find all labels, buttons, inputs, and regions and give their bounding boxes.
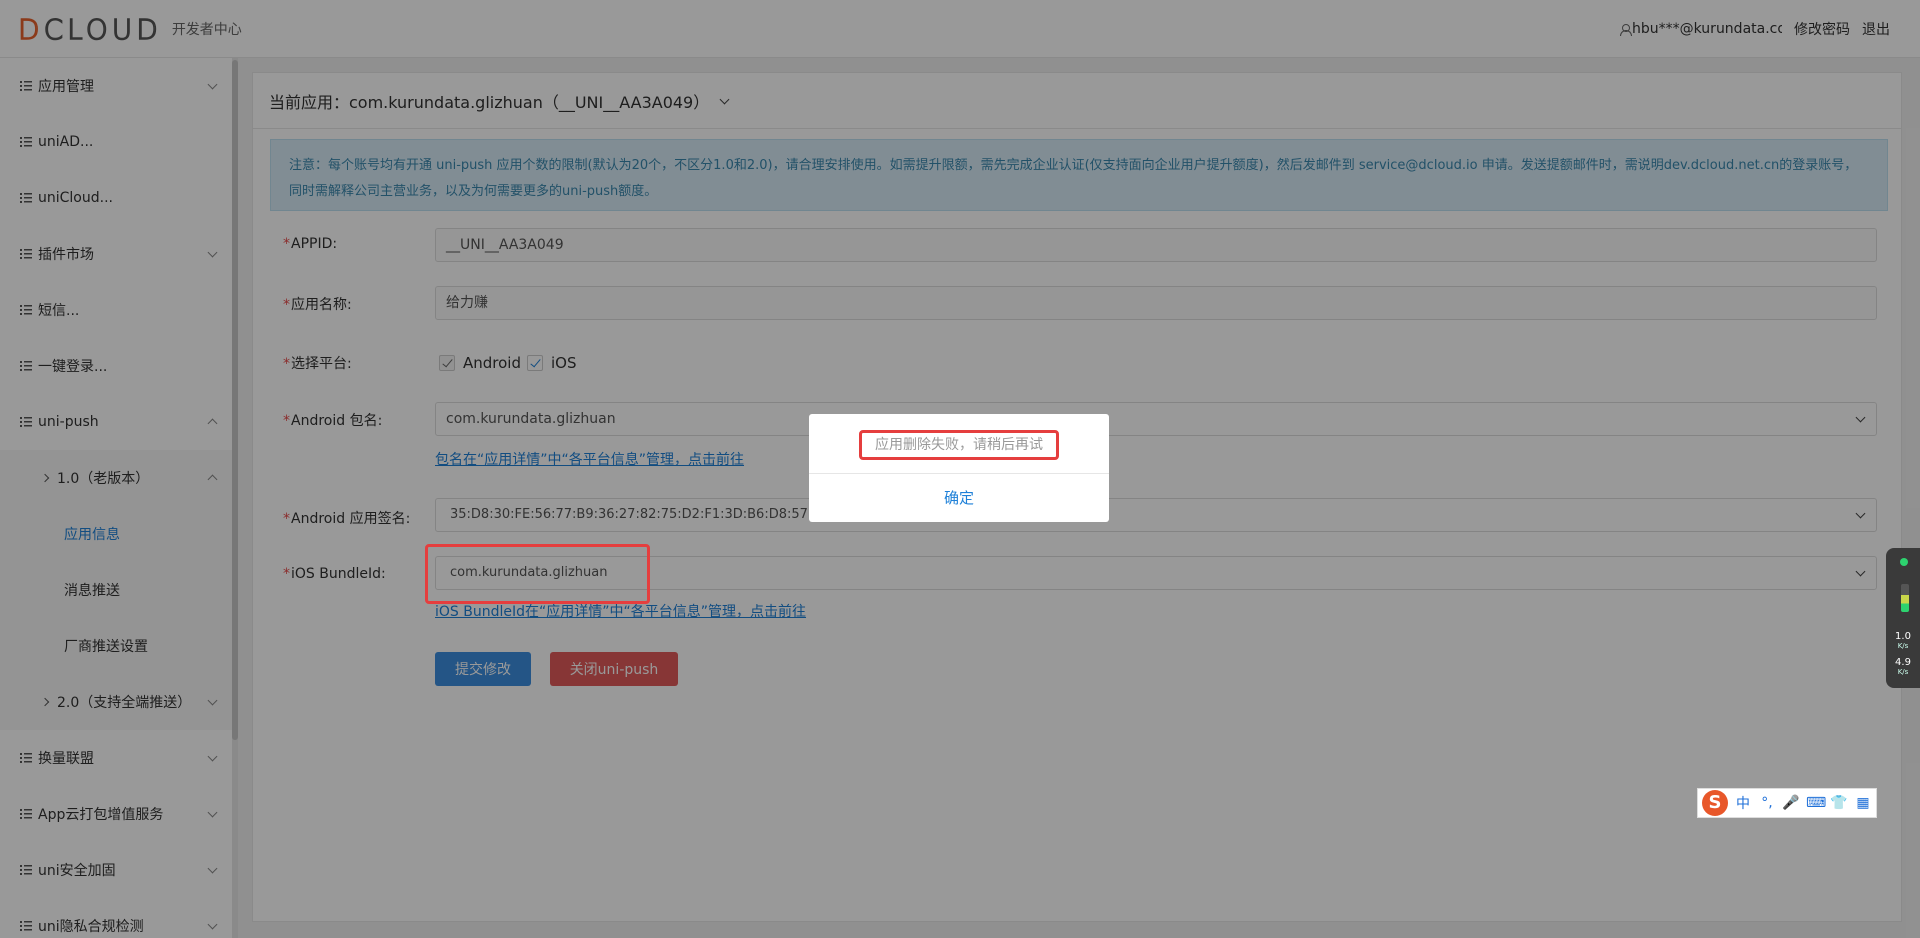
ime-lang-toggle[interactable]: 中 bbox=[1734, 793, 1752, 813]
sogou-logo-icon[interactable]: S bbox=[1702, 790, 1728, 816]
ime-punct-icon[interactable]: °, bbox=[1758, 795, 1776, 811]
alert-dialog: 应用删除失败，请稍后再试 确定 bbox=[809, 414, 1109, 522]
alert-message: 应用删除失败，请稍后再试 bbox=[859, 430, 1059, 460]
network-level-icon bbox=[1901, 584, 1909, 612]
grid-icon[interactable]: ▦ bbox=[1854, 795, 1872, 811]
confirm-button[interactable]: 确定 bbox=[809, 474, 1109, 522]
skin-icon[interactable]: 👕 bbox=[1830, 795, 1848, 811]
network-speed-widget[interactable]: 1.0 K/s 4.9 K/s bbox=[1886, 548, 1920, 688]
upload-unit: K/s bbox=[1897, 642, 1909, 650]
status-dot-icon bbox=[1900, 558, 1908, 566]
ime-toolbar: S 中 °, 🎤 ⌨ 👕 ▦ bbox=[1697, 788, 1877, 818]
upload-speed: 1.0 bbox=[1895, 631, 1911, 642]
download-speed: 4.9 bbox=[1895, 657, 1911, 668]
ios-bundle-highlight-annotation bbox=[425, 544, 650, 604]
download-unit: K/s bbox=[1897, 668, 1909, 676]
keyboard-icon[interactable]: ⌨ bbox=[1806, 795, 1826, 811]
microphone-icon[interactable]: 🎤 bbox=[1782, 795, 1800, 811]
